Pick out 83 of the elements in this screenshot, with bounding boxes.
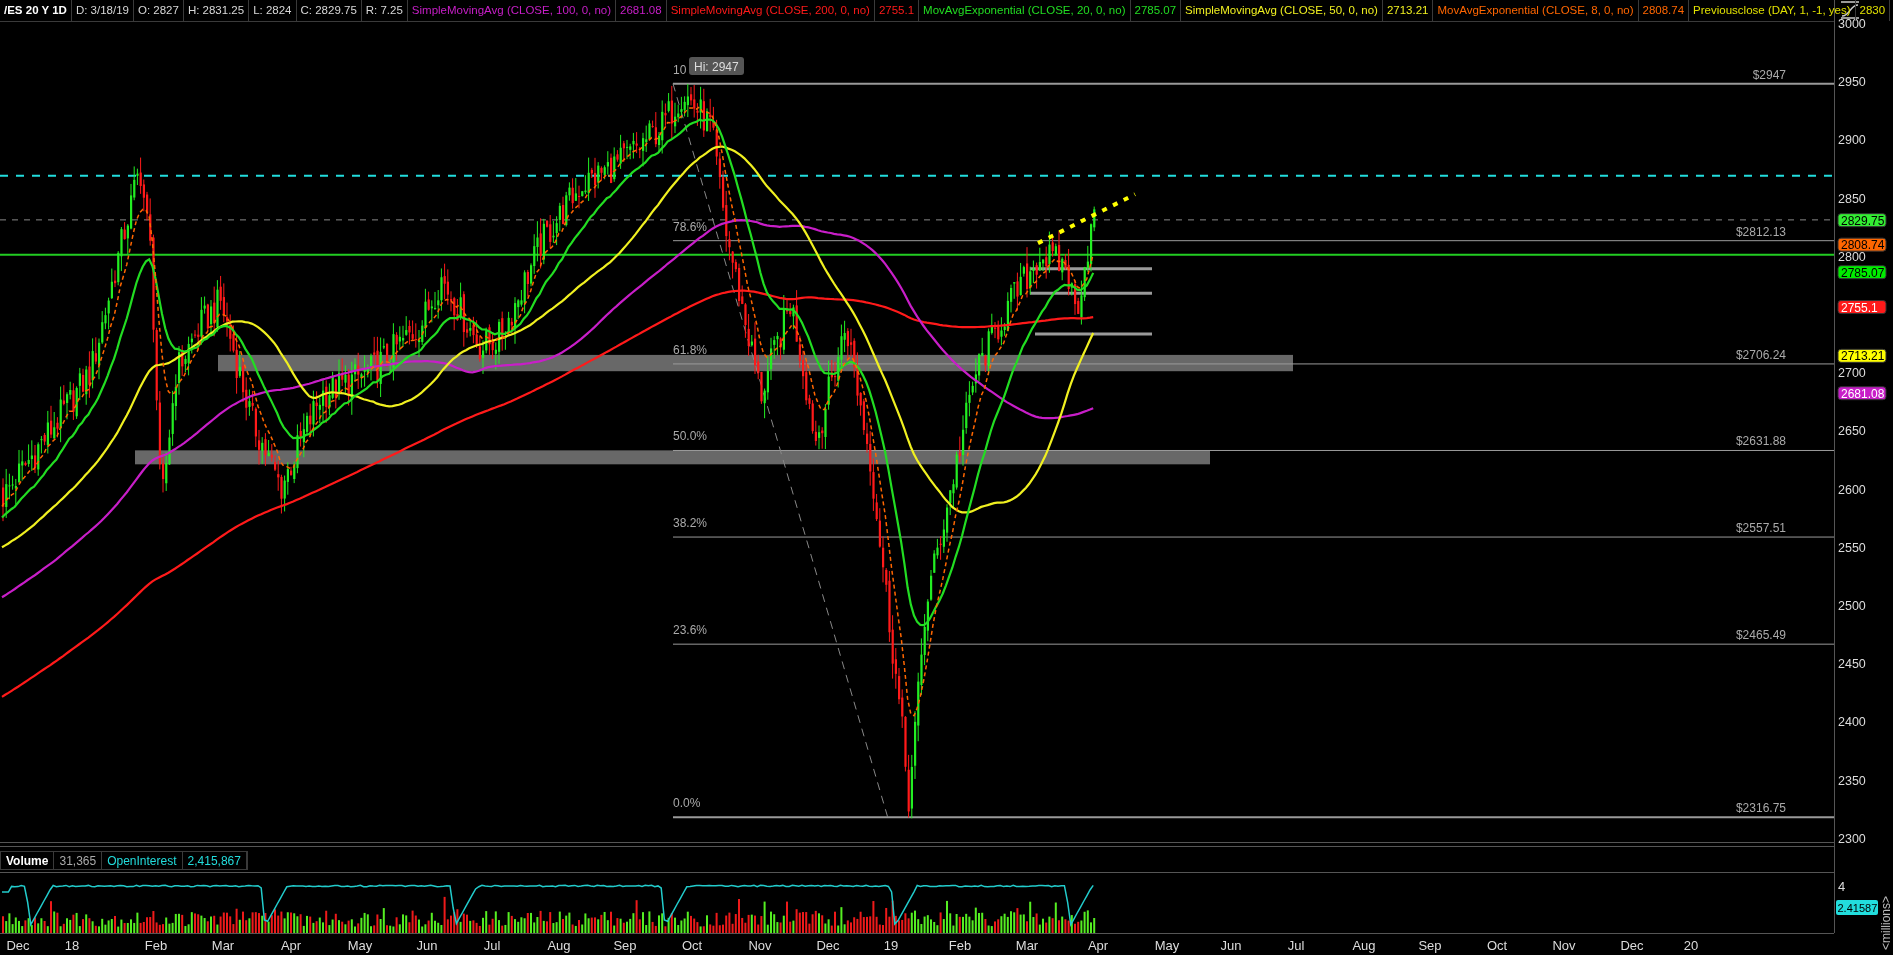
time-axis-label: Dec <box>816 938 840 953</box>
price-axis-label: 2850 <box>1838 191 1866 206</box>
price-axis-label: 2650 <box>1838 424 1866 439</box>
time-axis-label: Mar <box>1015 938 1039 953</box>
fibonacci-price: $2465.49 <box>1735 628 1786 643</box>
price-axis-label: 2900 <box>1838 133 1866 148</box>
price-axis-label: 2300 <box>1838 831 1866 846</box>
fibonacci-ratio: 50.0% <box>673 429 708 444</box>
fibonacci-price: $2557.51 <box>1735 521 1786 536</box>
study-name: SimpleMovingAvg (CLOSE, 50, 0, no) <box>1181 0 1383 21</box>
time-axis-label: Nov <box>748 938 772 953</box>
fibonacci-ratio: 10 <box>673 62 687 77</box>
time-axis-label: May <box>1154 938 1180 953</box>
study-value: 2785.07 <box>1130 0 1182 21</box>
study-name: Volume <box>1 852 55 869</box>
time-axis-label: Apr <box>1087 938 1109 953</box>
time-axis-label: Aug <box>1352 938 1376 953</box>
price-field: R: 7.25 <box>361 0 408 21</box>
price-field: O: 2827 <box>133 0 184 21</box>
time-axis-label: Nov <box>1552 938 1576 953</box>
time-axis-label: 20 <box>1683 938 1699 953</box>
study-value: 2808.74 <box>1638 0 1690 21</box>
time-axis-label: Jul <box>1287 938 1305 953</box>
high-marker: Hi: 2947 <box>689 57 744 75</box>
time-axis-label: Jul <box>483 938 501 953</box>
fibonacci-ratio: 78.6% <box>673 219 708 234</box>
fibonacci-price: $2947 <box>1752 67 1786 82</box>
study-name: OpenInterest <box>102 852 183 869</box>
time-axis-label: Sep <box>1418 938 1442 953</box>
symbol-label: /ES 20 Y 1D <box>0 0 72 21</box>
time-axis-label: Apr <box>280 938 302 953</box>
time-axis-label: Aug <box>547 938 571 953</box>
fibonacci-price: $2316.75 <box>1735 801 1786 816</box>
study-value: 2713.21 <box>1382 0 1434 21</box>
price-field: C: 2829.75 <box>296 0 362 21</box>
price-axis-label: 2550 <box>1838 540 1866 555</box>
study-value: 2755.1 <box>874 0 920 21</box>
study-name: MovAvgExponential (CLOSE, 20, 0, no) <box>919 0 1131 21</box>
price-axis-label: 2500 <box>1838 599 1866 613</box>
time-axis-label: Feb <box>144 938 168 953</box>
fibonacci-ratio: 0.0% <box>673 796 701 811</box>
price-tag: 2829.75 <box>1837 213 1887 228</box>
time-axis-label: 18 <box>64 938 80 953</box>
time-axis-label: Jun <box>1220 938 1242 953</box>
fibonacci-price: $2812.13 <box>1735 224 1786 239</box>
price-field: D: 3/18/19 <box>71 0 134 21</box>
fibonacci-ratio: 38.2% <box>673 516 708 531</box>
price-field: H: 2831.25 <box>183 0 250 21</box>
time-axis-label: Oct <box>681 938 703 953</box>
price-axis-label: 2450 <box>1838 657 1866 672</box>
price-axis-label: 2700 <box>1838 366 1866 381</box>
time-axis-label: Oct <box>1486 938 1508 953</box>
study-value: 2681.08 <box>616 0 667 21</box>
study-name: MovAvgExponential (CLOSE, 8, 0, no) <box>1433 0 1639 21</box>
fibonacci-price: $2631.88 <box>1735 434 1786 449</box>
price-tag: 2681.08 <box>1837 386 1887 401</box>
price-tag: 2755.1 <box>1837 300 1887 315</box>
fibonacci-ratio: 23.6% <box>673 623 708 638</box>
time-axis-label: Mar <box>211 938 235 953</box>
price-tag: 2785.07 <box>1837 265 1887 280</box>
open-interest-tag: 2.41587 <box>1836 900 1878 915</box>
price-axis-label: 2600 <box>1838 482 1866 497</box>
time-axis-label: Jun <box>416 938 438 953</box>
time-axis-label: May <box>347 938 373 953</box>
time-axis-label: Sep <box>613 938 637 953</box>
study-value: 31,365 <box>54 852 103 869</box>
price-field: L: 2824 <box>249 0 297 21</box>
study-name: SimpleMovingAvg (CLOSE, 100, 0, no) <box>407 0 617 21</box>
time-axis-label: 19 <box>883 938 899 953</box>
volume-axis-label: 4 <box>1838 879 1846 894</box>
price-axis-label: 2400 <box>1838 715 1866 730</box>
unit-label: <millions> <box>1879 895 1893 950</box>
time-axis-label: Dec <box>1620 938 1644 953</box>
time-axis-label: Feb <box>948 938 972 953</box>
price-tag: 2808.74 <box>1837 237 1887 253</box>
fibonacci-ratio: 61.8% <box>673 342 708 357</box>
time-axis-label: Dec <box>6 938 30 953</box>
price-tag: 2713.21 <box>1837 348 1887 364</box>
price-axis-label: 2350 <box>1838 773 1866 788</box>
price-axis-label: 2950 <box>1838 75 1866 90</box>
study-value: 2,415,867 <box>182 852 247 869</box>
study-name: SimpleMovingAvg (CLOSE, 200, 0, no) <box>666 0 875 21</box>
fibonacci-price: $2706.24 <box>1735 347 1786 362</box>
